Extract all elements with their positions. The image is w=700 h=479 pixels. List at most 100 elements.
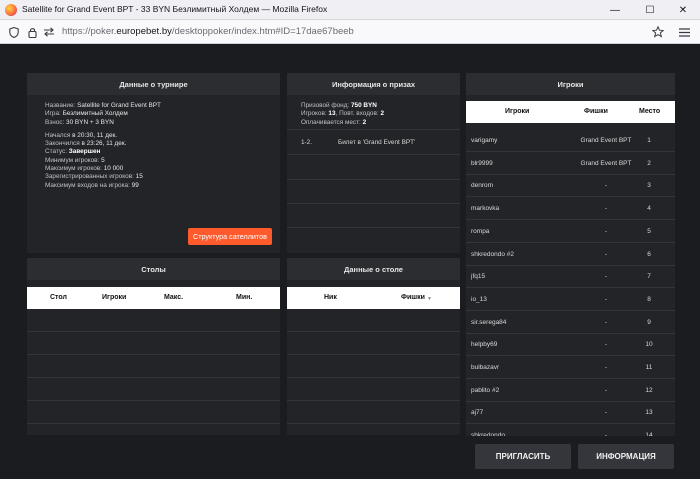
- table-data-row-empty: [287, 332, 460, 355]
- player-chips: Grand Event BPT: [580, 137, 632, 144]
- col-player-chips[interactable]: Фишки: [584, 108, 608, 115]
- player-row[interactable]: jfq15 - 7: [466, 265, 675, 289]
- player-chips: -: [604, 386, 608, 394]
- col-max[interactable]: Макс.: [164, 294, 183, 301]
- name-label: Название:: [45, 102, 76, 109]
- invite-button[interactable]: ПРИГЛАСИТЬ: [475, 444, 571, 469]
- player-row[interactable]: shkredondo - 14: [466, 424, 675, 436]
- paid-places-label: Оплачивается мест:: [301, 118, 361, 126]
- player-place: 13: [645, 409, 653, 417]
- col-nick[interactable]: Ник: [324, 294, 337, 301]
- minimize-button[interactable]: —: [598, 0, 632, 20]
- player-row[interactable]: varigamy Grand Event BPT 1: [466, 129, 675, 152]
- table-data-panel: Данные о столе Ник Фишки ▼: [287, 258, 460, 435]
- players-header: Игроки: [466, 73, 675, 95]
- player-chips: -: [604, 318, 608, 326]
- bookmark-star-icon[interactable]: [651, 25, 665, 39]
- table-data-row-empty: [287, 355, 460, 378]
- player-name: pablito #2: [471, 386, 500, 394]
- window-title: Satellite for Grand Event BPT - 33 BYN Б…: [22, 4, 328, 14]
- url-domain: europebet.by: [116, 26, 172, 37]
- player-name: jfq15: [471, 273, 486, 281]
- permissions-icon[interactable]: [42, 25, 56, 39]
- prize-info-header: Информация о призах: [287, 73, 460, 95]
- address-bar: https://poker.europebet.by/desktoppoker/…: [0, 20, 700, 44]
- player-row[interactable]: markovka - 4: [466, 197, 675, 221]
- satellites-structure-button[interactable]: Структура сателлитов: [188, 228, 272, 245]
- started-label: Начался: [45, 131, 71, 139]
- shield-icon[interactable]: [7, 25, 21, 39]
- game-label: Игра:: [45, 110, 61, 118]
- player-row[interactable]: denrom - 3: [466, 174, 675, 198]
- player-chips: -: [604, 250, 608, 258]
- player-chips: Grand Event BPT: [580, 159, 632, 167]
- close-button[interactable]: ✕: [666, 0, 700, 20]
- prize-row: 1-2. Билет в 'Grand Event BPT': [287, 130, 460, 155]
- url-prefix: https://poker.: [62, 26, 117, 37]
- player-name: blr9999: [471, 159, 493, 167]
- players-value: 13: [328, 110, 336, 118]
- tournament-details: Название: Satellite for Grand Event BPT …: [45, 102, 161, 190]
- player-name: shkredondo: [471, 432, 505, 436]
- information-button[interactable]: ИНФОРМАЦИЯ: [578, 444, 674, 469]
- player-name: markovka: [471, 205, 500, 213]
- prize-value: Билет в 'Grand Event BPT': [338, 139, 416, 146]
- player-chips: -: [604, 364, 608, 371]
- player-place: 8: [647, 295, 651, 303]
- paid-places-value: 2: [362, 118, 367, 126]
- min-players-label: Минимум игроков:: [45, 156, 100, 164]
- prize-row-empty: [287, 155, 460, 180]
- player-row[interactable]: sir.serega84 - 9: [466, 311, 675, 334]
- table-row-empty: [27, 401, 280, 424]
- player-place: 11: [645, 364, 653, 371]
- prize-summary: Призовой фонд: 750 BYN Игроков: 13, Повт…: [301, 102, 384, 126]
- player-name: helpby69: [471, 341, 498, 349]
- player-row[interactable]: shkredondo #2 - 6: [466, 243, 675, 266]
- player-row[interactable]: pablito #2 - 12: [466, 379, 675, 402]
- player-row[interactable]: bulbazavr - 11: [466, 356, 675, 379]
- player-place: 10: [645, 341, 653, 349]
- tournament-info-header: Данные о турнире: [27, 73, 280, 95]
- table-row-empty: [27, 332, 280, 355]
- col-table[interactable]: Стол: [50, 294, 67, 301]
- player-chips: -: [604, 432, 608, 436]
- player-row[interactable]: blr9999 Grand Event BPT 2: [466, 152, 675, 175]
- prize-row-empty: [287, 204, 460, 228]
- player-place: 4: [647, 205, 651, 213]
- status-label: Статус:: [45, 148, 67, 156]
- player-row[interactable]: rompa - 5: [466, 220, 675, 243]
- player-chips: -: [604, 409, 608, 417]
- sort-down-icon[interactable]: ▼: [427, 296, 432, 302]
- player-place: 14: [645, 432, 653, 436]
- player-name: sir.serega84: [471, 318, 507, 326]
- window-title-bar: Satellite for Grand Event BPT - 33 BYN Б…: [0, 0, 700, 20]
- player-place: 7: [647, 273, 651, 281]
- prize-row-empty: [287, 180, 460, 204]
- url-field[interactable]: https://poker.europebet.by/desktoppoker/…: [62, 26, 354, 37]
- col-player[interactable]: Игроки: [505, 108, 529, 115]
- player-name: aj77: [471, 409, 484, 417]
- player-chips: -: [604, 295, 608, 303]
- player-place: 6: [647, 250, 651, 258]
- col-chips[interactable]: Фишки: [401, 294, 425, 301]
- table-data-row-empty: [287, 401, 460, 424]
- tournament-lobby: Данные о турнире Название: Satellite for…: [0, 45, 700, 479]
- table-data-header: Данные о столе: [287, 258, 460, 280]
- lock-icon[interactable]: [25, 25, 39, 39]
- menu-hamburger-icon[interactable]: [677, 25, 691, 39]
- player-name: bulbazavr: [471, 364, 500, 371]
- maximize-button[interactable]: ☐: [633, 0, 667, 20]
- player-row[interactable]: helpby69 - 10: [466, 333, 675, 357]
- col-players[interactable]: Игроки: [102, 294, 126, 301]
- col-place[interactable]: Место: [639, 108, 660, 115]
- buyin-label: Взнос:: [45, 118, 65, 126]
- player-place: 1: [647, 137, 651, 144]
- tournament-info-panel: Данные о турнире Название: Satellite for…: [27, 73, 280, 253]
- player-place: 5: [647, 227, 651, 235]
- registered-label: Зарегистрированных игроков:: [45, 173, 134, 181]
- fund-value: 750 BYN: [350, 102, 377, 109]
- player-row[interactable]: io_13 - 8: [466, 288, 675, 311]
- player-name: rompa: [471, 227, 490, 235]
- col-min[interactable]: Мин.: [236, 294, 252, 301]
- player-row[interactable]: aj77 - 13: [466, 401, 675, 425]
